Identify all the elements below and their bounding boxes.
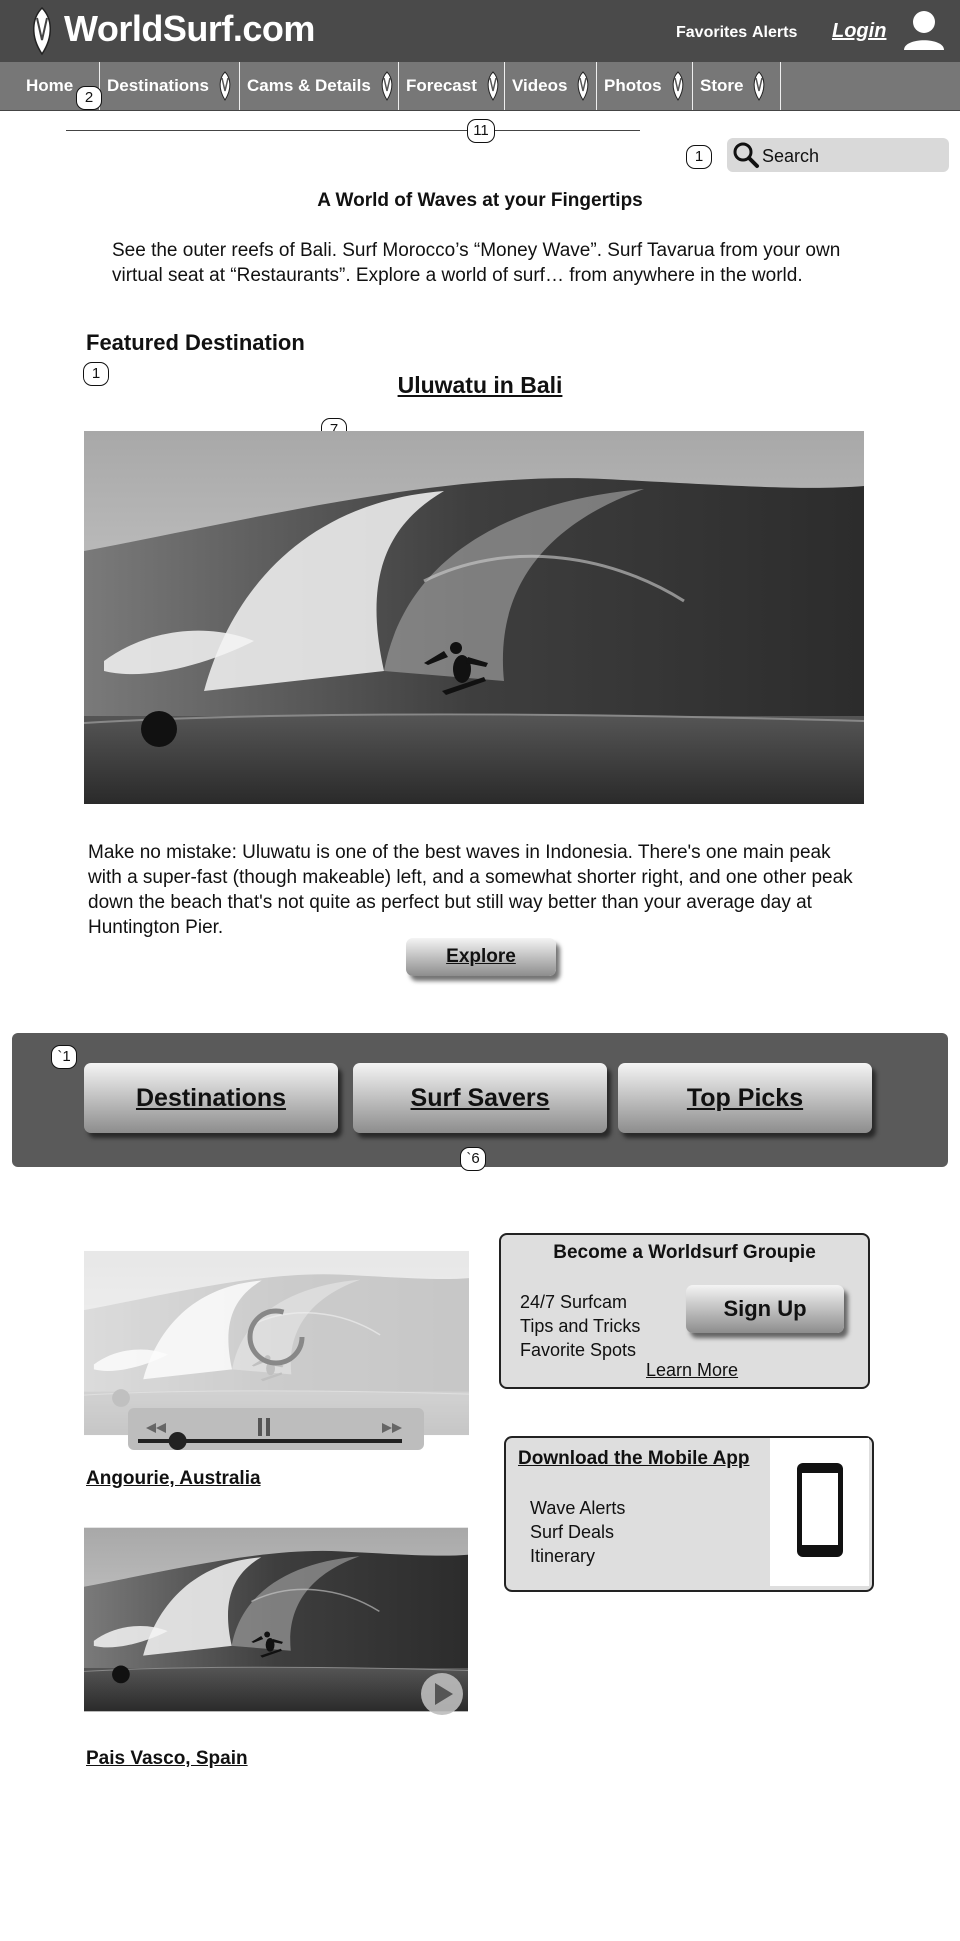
nav-item-cams-details[interactable]: Cams & Details <box>241 62 399 110</box>
explore-button[interactable]: Explore <box>406 938 556 976</box>
feature-item: Tips and Tricks <box>520 1316 641 1336</box>
annotation-badge: 2 <box>76 86 102 110</box>
nav-item-store[interactable]: Store <box>694 62 781 110</box>
nav-item-photos[interactable]: Photos <box>598 62 693 110</box>
site-title[interactable]: WorldSurf.com <box>64 8 315 50</box>
seek-slider-thumb <box>168 1432 187 1450</box>
search-label[interactable]: Search <box>762 146 819 167</box>
intro-text: See the outer reefs of Bali. Surf Morocc… <box>112 240 841 286</box>
destination-description: Make no mistake: Uluwatu is one of the b… <box>88 842 853 938</box>
featured-heading: Featured Destination <box>86 330 305 355</box>
smartphone-icon <box>797 1463 843 1557</box>
video-title-link[interactable]: Angourie, Australia <box>86 1468 261 1490</box>
search-icon[interactable] <box>732 141 760 169</box>
favorites-link[interactable]: Favorites <box>676 24 747 42</box>
nav-item-videos[interactable]: Videos <box>506 62 597 110</box>
play-icon <box>421 1673 463 1715</box>
surfboard-icon <box>672 71 683 101</box>
divider-line <box>66 130 640 131</box>
user-icon[interactable] <box>902 10 946 52</box>
nav-label: Forecast <box>406 76 477 95</box>
sign-up-button[interactable]: Sign Up <box>686 1285 844 1333</box>
main-nav: Home Destinations Cams & Details Forecas… <box>0 62 960 111</box>
login-link[interactable]: Login <box>832 20 886 43</box>
surfboard-icon <box>754 71 765 101</box>
surfboard-icon <box>578 71 589 101</box>
top-picks-button[interactable]: Top Picks <box>618 1063 872 1133</box>
alerts-link[interactable]: Alerts <box>752 24 797 42</box>
learn-more-link[interactable]: Learn More <box>646 1360 738 1381</box>
app-feature-item: Itinerary <box>530 1546 596 1566</box>
video-title-link[interactable]: Pais Vasco, Spain <box>86 1748 248 1770</box>
surfboard-icon <box>219 71 231 101</box>
nav-label: Videos <box>512 76 568 95</box>
annotation-badge: 11 <box>467 119 495 143</box>
nav-item-destinations[interactable]: Destinations <box>101 62 240 110</box>
nav-label: Home <box>26 76 74 95</box>
signup-title: Become a Worldsurf Groupie <box>553 1242 816 1263</box>
surfboard-logo-icon[interactable] <box>28 6 56 56</box>
video-player[interactable] <box>84 1233 469 1453</box>
destinations-button[interactable]: Destinations <box>84 1063 338 1133</box>
nav-label: Photos <box>604 76 662 95</box>
app-feature-item: Wave Alerts <box>530 1498 626 1518</box>
surf-savers-button[interactable]: Surf Savers <box>353 1063 607 1133</box>
featured-destination-link[interactable]: Uluwatu in Bali <box>0 372 960 399</box>
feature-item: Favorite Spots <box>520 1340 637 1360</box>
nav-label: Destinations <box>107 76 210 95</box>
app-feature-item: Surf Deals <box>530 1522 615 1542</box>
page-tagline: A World of Waves at your Fingertips <box>317 190 643 211</box>
featured-wave-image[interactable] <box>84 431 864 804</box>
feature-item: 24/7 Surfcam <box>520 1292 628 1312</box>
download-app-link[interactable]: Download the Mobile App <box>518 1448 750 1470</box>
video-thumbnail[interactable] <box>84 1510 468 1729</box>
search-input[interactable] <box>727 138 949 172</box>
annotation-badge: `1 <box>51 1045 77 1069</box>
nav-item-forecast[interactable]: Forecast <box>400 62 505 110</box>
nav-label: Store <box>700 76 744 95</box>
surfboard-icon <box>487 71 499 101</box>
annotation-badge: 1 <box>686 145 712 169</box>
annotation-badge: `6 <box>460 1147 486 1171</box>
surfboard-icon <box>381 71 393 101</box>
nav-label: Cams & Details <box>247 76 371 95</box>
